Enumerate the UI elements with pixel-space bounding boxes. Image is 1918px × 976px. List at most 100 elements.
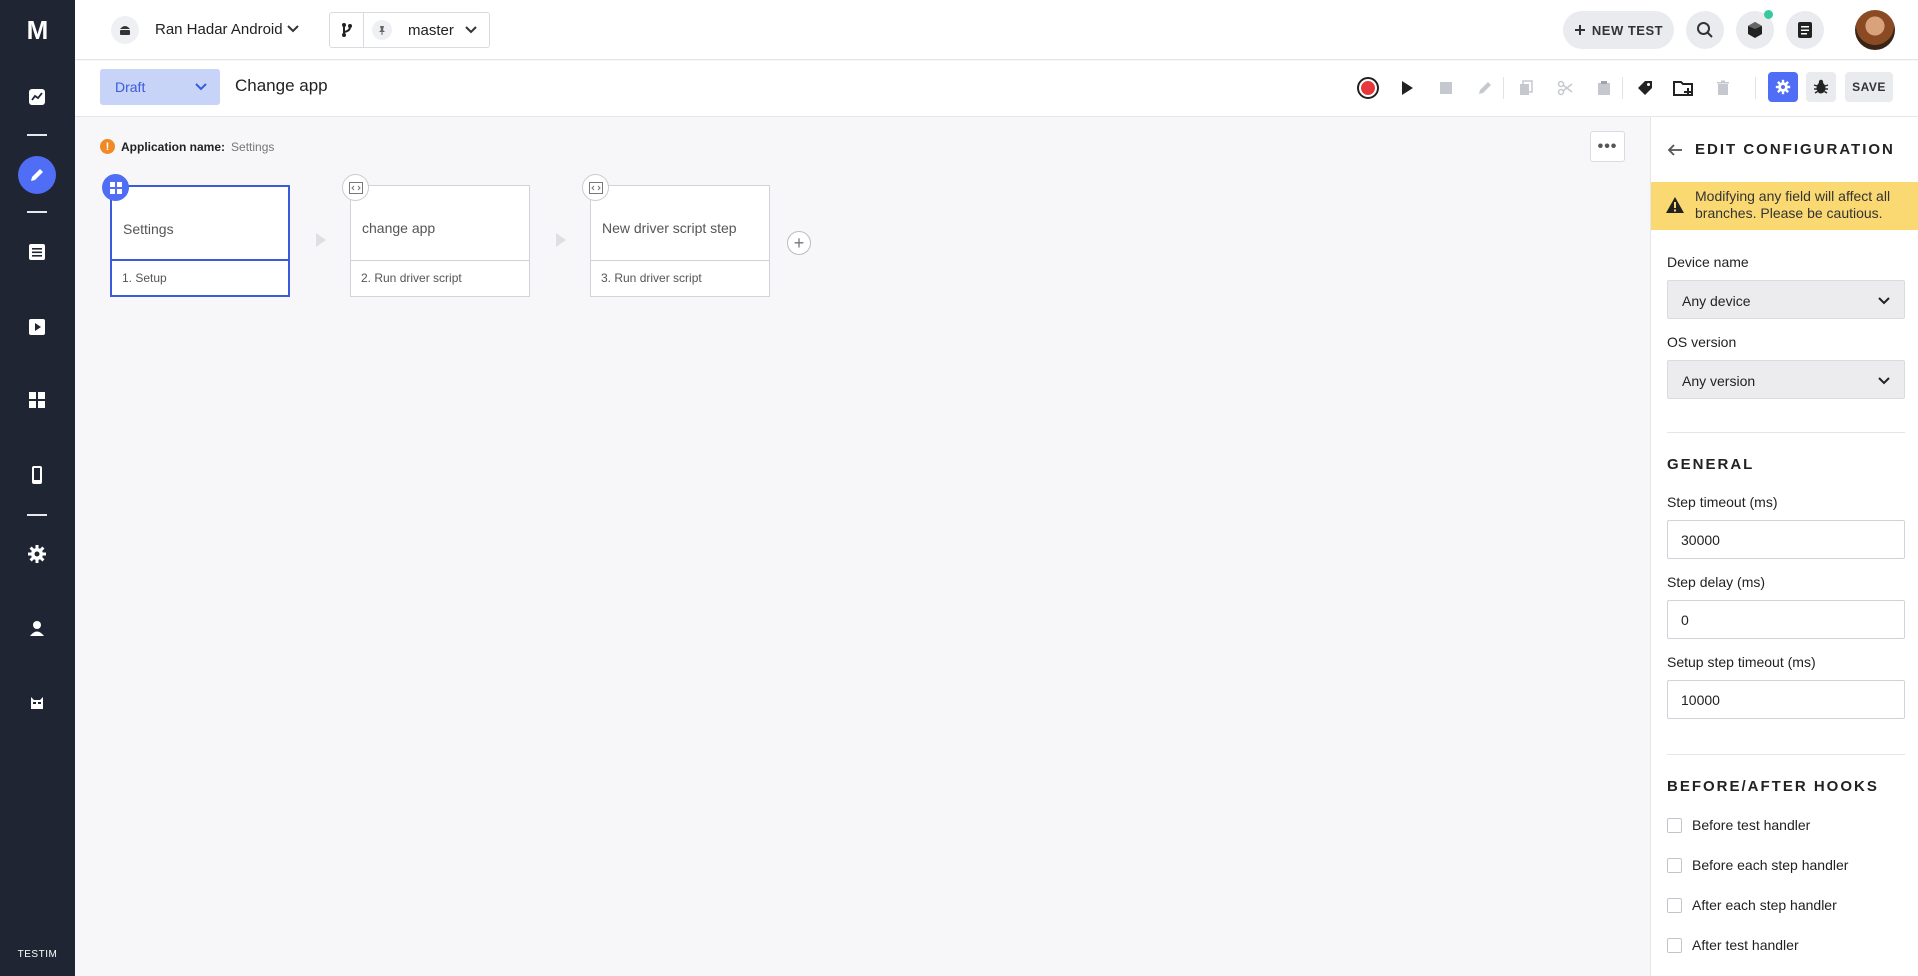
move-to-folder-button[interactable] (1671, 75, 1697, 101)
edit-button[interactable] (1472, 75, 1498, 101)
application-name-label: Application name: (121, 139, 226, 154)
add-step-button[interactable]: + (787, 231, 811, 255)
checkbox[interactable] (1667, 937, 1682, 953)
folder-add-icon (1673, 81, 1693, 96)
nav-runs[interactable] (18, 308, 56, 346)
grid-icon (29, 392, 45, 408)
user-avatar[interactable] (1855, 10, 1895, 50)
hook-label: Before test handler (1692, 817, 1811, 833)
delete-button[interactable] (1710, 75, 1736, 101)
step-connector (556, 233, 566, 247)
step-name: Settings (123, 221, 174, 237)
nav-devices[interactable] (18, 456, 56, 494)
search-icon (1697, 22, 1713, 38)
plus-icon (1574, 25, 1585, 35)
step-footer: 2. Run driver script (351, 260, 529, 296)
warning-banner: Modifying any field will affect all bran… (1651, 182, 1918, 230)
play-button[interactable] (1394, 75, 1420, 101)
debug-button[interactable] (1806, 72, 1836, 102)
stop-button[interactable] (1433, 75, 1459, 101)
branch-selector[interactable]: master (329, 12, 490, 48)
record-button[interactable] (1355, 75, 1381, 101)
nav-dashboard[interactable] (18, 78, 56, 116)
panel-header: EDIT CONFIGURATION (1667, 141, 1895, 158)
panel-title: EDIT CONFIGURATION (1695, 141, 1895, 158)
os-version-label: OS version (1667, 334, 1737, 350)
copy-button[interactable] (1513, 75, 1539, 101)
user-icon (30, 621, 44, 636)
status-dropdown[interactable]: Draft (100, 69, 220, 105)
new-test-label: NEW TEST (1591, 22, 1664, 38)
step-card-new-driver-script[interactable]: New driver script step 3. Run driver scr… (590, 185, 770, 297)
warning-icon: ! (100, 139, 115, 154)
chevron-down-icon[interactable] (285, 20, 301, 41)
script-step-icon (582, 174, 609, 201)
project-avatar[interactable] (111, 16, 139, 44)
checkbox[interactable] (1667, 817, 1682, 833)
warning-icon (1666, 197, 1684, 213)
pen-icon (1479, 82, 1491, 94)
step-timeout-input[interactable] (1667, 520, 1905, 559)
notes-button[interactable] (1786, 11, 1824, 49)
brand-label: TESTIM (17, 949, 58, 960)
step-delay-input[interactable] (1667, 600, 1905, 639)
nav-account[interactable] (18, 609, 56, 647)
application-name: ! Application name: Settings (100, 139, 274, 154)
play-icon (1402, 81, 1413, 95)
nav-components[interactable] (18, 381, 56, 419)
checkbox[interactable] (1667, 897, 1682, 913)
hook-before-each-step[interactable]: Before each step handler (1667, 857, 1848, 873)
mobile-icon (32, 466, 42, 484)
notification-dot (1764, 10, 1773, 19)
nav-separator (27, 134, 47, 136)
edit-configuration-panel: EDIT CONFIGURATION Modifying any field w… (1650, 117, 1918, 976)
tag-button[interactable] (1632, 75, 1658, 101)
step-card-setup[interactable]: Settings 1. Setup (110, 185, 290, 297)
chevron-down-icon (1876, 372, 1892, 393)
nav-settings[interactable] (18, 535, 56, 573)
stop-icon (1440, 82, 1452, 94)
cube-icon (1748, 22, 1762, 38)
step-connector (316, 233, 326, 247)
step-name: New driver script step (602, 220, 737, 236)
nav-editor[interactable] (18, 156, 56, 194)
device-name-select[interactable]: Any device (1667, 280, 1905, 319)
hooks-section-title: BEFORE/AFTER HOOKS (1667, 778, 1879, 795)
warning-text: Modifying any field will affect all bran… (1695, 188, 1891, 221)
list-icon (29, 244, 45, 260)
cut-icon (1557, 80, 1573, 96)
step-delay-label: Step delay (ms) (1667, 574, 1766, 590)
os-version-select[interactable]: Any version (1667, 360, 1905, 399)
nav-test-list[interactable] (18, 233, 56, 271)
nav-bot[interactable] (18, 684, 56, 722)
hook-before-test[interactable]: Before test handler (1667, 817, 1810, 833)
setup-step-timeout-input[interactable] (1667, 680, 1905, 719)
nav-separator (27, 211, 47, 213)
configuration-button[interactable] (1768, 72, 1798, 102)
copy-icon (1520, 80, 1533, 95)
cut-button[interactable] (1552, 75, 1578, 101)
paste-button[interactable] (1591, 75, 1617, 101)
new-test-button[interactable]: NEW TEST (1563, 11, 1674, 49)
device-name-label: Device name (1667, 254, 1749, 270)
step-timeout-label: Step timeout (ms) (1667, 494, 1778, 510)
setup-step-icon (102, 174, 129, 201)
hook-after-each-step[interactable]: After each step handler (1667, 897, 1837, 913)
chevron-down-icon (192, 77, 210, 100)
more-options-button[interactable]: ••• (1590, 131, 1625, 162)
checkbox[interactable] (1667, 857, 1682, 873)
save-button[interactable]: SAVE (1845, 72, 1893, 102)
application-name-value: Settings (231, 139, 275, 154)
os-version-value: Any version (1682, 373, 1756, 389)
trash-icon (1717, 80, 1729, 95)
back-arrow-icon[interactable] (1667, 142, 1683, 158)
test-title[interactable]: Change app (235, 76, 328, 96)
toolbar-separator (1503, 77, 1504, 99)
testim-logo[interactable]: M (0, 0, 75, 60)
step-card-change-app[interactable]: change app 2. Run driver script (350, 185, 530, 297)
search-button[interactable] (1686, 11, 1724, 49)
setup-step-timeout-label: Setup step timeout (ms) (1667, 654, 1816, 670)
gear-icon (1775, 79, 1791, 95)
project-name[interactable]: Ran Hadar Android (155, 21, 283, 38)
hook-after-test[interactable]: After test handler (1667, 937, 1799, 953)
